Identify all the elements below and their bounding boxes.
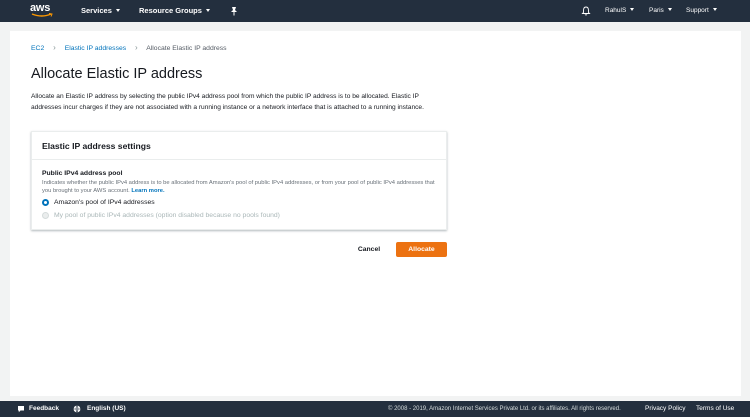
resource-groups-menu[interactable]: Resource Groups (139, 0, 210, 22)
page-description: Allocate an Elastic IP address by select… (31, 93, 424, 111)
copyright-text: © 2008 - 2019, Amazon Internet Services … (388, 406, 621, 412)
aws-logo[interactable]: aws (30, 3, 56, 19)
account-menu[interactable]: RahulS (605, 0, 635, 22)
bell-icon[interactable] (581, 6, 591, 16)
chevron-down-icon (115, 9, 120, 12)
radio-button-checked[interactable] (42, 199, 49, 206)
services-menu[interactable]: Services (81, 0, 120, 22)
breadcrumb-current: Allocate Elastic IP address (146, 45, 227, 52)
pin-icon[interactable] (230, 6, 238, 16)
region-menu[interactable]: Paris (649, 0, 672, 22)
radio-amazon-pool[interactable]: Amazon's pool of IPv4 addresses (42, 199, 155, 206)
learn-more-link[interactable]: Learn more. (131, 188, 164, 194)
cancel-button[interactable]: Cancel (350, 242, 388, 257)
page-title: Allocate Elastic IP address (31, 66, 203, 82)
chevron-right-icon: › (53, 43, 56, 52)
field-description-text: Indicates whether the public IPv4 addres… (42, 180, 435, 195)
chevron-right-icon: › (135, 43, 138, 52)
terms-of-use-link[interactable]: Terms of Use (696, 401, 734, 417)
chevron-down-icon (712, 8, 717, 11)
breadcrumb-ec2-link[interactable]: EC2 (31, 45, 44, 52)
allocate-button[interactable]: Allocate (396, 242, 447, 257)
chevron-down-icon (630, 8, 635, 11)
radio-my-pool: My pool of public IPv4 addresses (option… (42, 212, 280, 219)
support-menu[interactable]: Support (686, 0, 717, 22)
radio-label: Amazon's pool of IPv4 addresses (54, 199, 155, 206)
elastic-ip-settings-panel: Elastic IP address settings Public IPv4 … (31, 131, 447, 230)
feedback-icon (18, 406, 24, 413)
aws-smile-icon (31, 13, 53, 17)
footer: Feedback English (US) © 2008 - 2019, Ama… (0, 401, 750, 417)
chevron-down-icon (205, 9, 210, 12)
field-label: Public IPv4 address pool (42, 170, 123, 177)
radio-button-disabled (42, 212, 49, 219)
chevron-down-icon (667, 8, 672, 11)
feedback-link[interactable]: Feedback (29, 401, 59, 417)
top-navigation-bar: aws Services Resource Groups RahulS Pari… (0, 0, 750, 22)
breadcrumb-elastic-ip-link[interactable]: Elastic IP addresses (65, 45, 126, 52)
panel-title: Elastic IP address settings (32, 132, 446, 160)
language-selector[interactable]: English (US) (87, 401, 126, 417)
privacy-policy-link[interactable]: Privacy Policy (645, 401, 685, 417)
globe-icon (73, 405, 81, 413)
aws-logo-text: aws (30, 2, 51, 14)
radio-label: My pool of public IPv4 addresses (option… (54, 212, 280, 219)
breadcrumb: EC2 › Elastic IP addresses › Allocate El… (31, 43, 227, 52)
field-description: Indicates whether the public IPv4 addres… (42, 179, 442, 196)
